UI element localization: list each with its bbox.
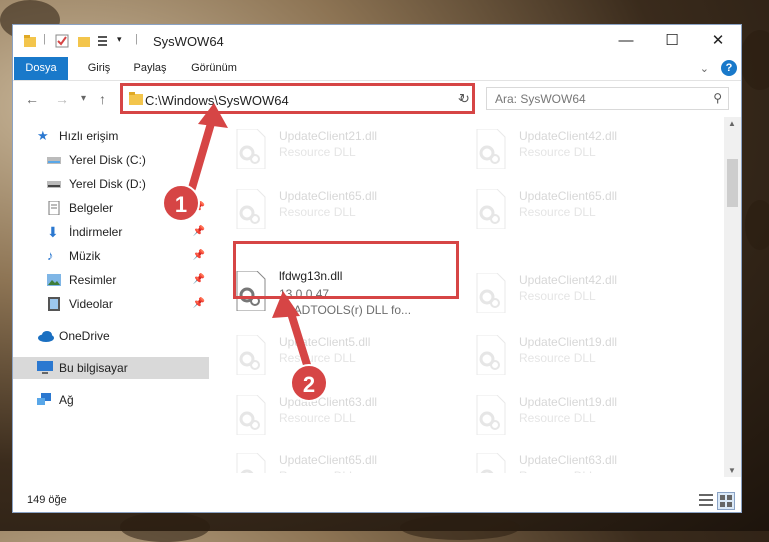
dll-file-icon (476, 273, 506, 313)
tiles-view-icon[interactable] (717, 492, 735, 510)
pictures-icon (47, 274, 61, 286)
dll-file-icon (476, 395, 506, 435)
video-icon (48, 297, 60, 311)
file-item[interactable]: UpdateClient21.dll Resource DLL (223, 123, 443, 175)
back-arrow-icon[interactable]: ← (25, 91, 39, 107)
tab-file[interactable]: Dosya (14, 57, 68, 80)
dll-file-icon (476, 335, 506, 375)
new-folder-icon[interactable] (77, 34, 91, 48)
customize-icon[interactable] (97, 34, 111, 48)
details-view-icon[interactable] (699, 493, 713, 507)
star-icon: ★ (37, 128, 49, 143)
dll-file-icon (236, 453, 266, 473)
title-bar: | ▾ | SysWOW64 — ☐ ✕ (13, 25, 741, 57)
sidebar-item-pictures[interactable]: Resimler 📌 (13, 269, 209, 291)
computer-icon (37, 361, 53, 374)
sidebar-item-network[interactable]: Ağ (13, 389, 209, 411)
sidebar-item-quick-access[interactable]: ★ Hızlı erişim (13, 125, 209, 147)
separator: | (135, 33, 138, 45)
dll-file-icon (236, 129, 266, 169)
sidebar-item-this-pc[interactable]: Bu bilgisayar (13, 357, 209, 379)
window-title: SysWOW64 (153, 34, 224, 49)
sidebar-item-downloads[interactable]: ⬇ İndirmeler 📌 (13, 221, 209, 243)
file-item[interactable]: UpdateClient65.dll Resource DLL (223, 183, 443, 235)
tab-view[interactable]: Görünüm (185, 57, 243, 80)
dll-file-icon (236, 335, 266, 375)
music-icon: ♪ (47, 248, 54, 263)
network-icon (37, 393, 51, 405)
scroll-up-icon[interactable]: ▲ (728, 119, 736, 128)
maximize-button[interactable]: ☐ (649, 25, 695, 57)
dll-file-icon (476, 189, 506, 229)
sidebar-item-onedrive[interactable]: OneDrive (13, 325, 209, 347)
file-item[interactable]: UpdateClient65.dll Resource DLL (463, 183, 683, 235)
highlight-box (233, 241, 459, 299)
forward-arrow-icon[interactable]: → (55, 91, 69, 107)
scroll-down-icon[interactable]: ▼ (728, 466, 736, 475)
cloud-icon (38, 331, 54, 342)
chevron-down-icon[interactable]: ▾ (117, 34, 131, 48)
file-item[interactable]: UpdateClient19.dll Resource DLL (463, 329, 683, 381)
vertical-scrollbar[interactable]: ▲ ▼ (724, 117, 741, 477)
tab-home[interactable]: Giriş (79, 57, 119, 80)
close-button[interactable]: ✕ (695, 25, 741, 57)
dll-file-icon (236, 189, 266, 229)
dll-file-icon (476, 129, 506, 169)
refresh-icon[interactable]: ↻ (459, 91, 470, 107)
highlight-box (120, 83, 475, 114)
pin-icon[interactable]: 📌 (193, 221, 205, 243)
scrollbar-thumb[interactable] (727, 159, 738, 207)
folder-icon (24, 35, 36, 47)
search-input[interactable]: Ara: SysWOW64 ⚲ (486, 87, 729, 110)
step-badge-2: 2 (290, 364, 328, 402)
dll-file-icon (476, 453, 506, 473)
drive-icon (47, 181, 61, 188)
file-item[interactable]: UpdateClient65.dll Resource DLL (223, 447, 443, 473)
help-button[interactable]: ? (721, 60, 737, 76)
pin-icon[interactable]: 📌 (193, 269, 205, 291)
tab-share[interactable]: Paylaş (127, 57, 173, 80)
sidebar-item-disk-c[interactable]: Yerel Disk (C:) (13, 149, 209, 171)
documents-icon (48, 201, 60, 215)
download-icon: ⬇ (47, 224, 59, 240)
file-item[interactable]: UpdateClient63.dll Resource DLL (223, 389, 443, 441)
navigation-pane: ★ Hızlı erişim Yerel Disk (C:) Yerel Dis… (13, 117, 209, 477)
search-placeholder: Ara: SysWOW64 (495, 92, 586, 106)
ribbon: Dosya Giriş Paylaş Görünüm ⌄ ? (13, 57, 741, 81)
file-item[interactable]: UpdateClient19.dll Resource DLL (463, 389, 683, 441)
minimize-button[interactable]: — (603, 25, 649, 57)
navigation-bar: ← → ▾ ↑ ⌄ C:\Windows\SysWOW64 ↻ Ara: Sys… (13, 81, 741, 117)
drive-icon (47, 157, 61, 164)
file-item[interactable]: UpdateClient5.dll Resource DLL (223, 329, 443, 381)
chevron-down-icon[interactable]: ⌄ (700, 62, 709, 75)
status-bar: 149 öğe (13, 488, 741, 512)
pin-icon[interactable]: 📌 (193, 245, 205, 267)
item-count: 149 öğe (27, 494, 67, 506)
dll-file-icon (236, 395, 266, 435)
step-badge-1: 1 (162, 184, 200, 222)
search-icon[interactable]: ⚲ (713, 91, 722, 105)
sidebar-item-music[interactable]: ♪ Müzik 📌 (13, 245, 209, 267)
file-item[interactable]: UpdateClient42.dll Resource DLL (463, 123, 683, 175)
sidebar-item-videos[interactable]: Videolar 📌 (13, 293, 209, 315)
file-item[interactable]: UpdateClient63.dll Resource DLL (463, 447, 683, 473)
file-item[interactable]: UpdateClient42.dll Resource DLL (463, 267, 683, 319)
properties-icon[interactable] (55, 34, 69, 48)
recent-dropdown-icon[interactable]: ▾ (81, 93, 86, 104)
up-arrow-icon[interactable]: ↑ (99, 91, 106, 107)
pin-icon[interactable]: 📌 (193, 293, 205, 315)
